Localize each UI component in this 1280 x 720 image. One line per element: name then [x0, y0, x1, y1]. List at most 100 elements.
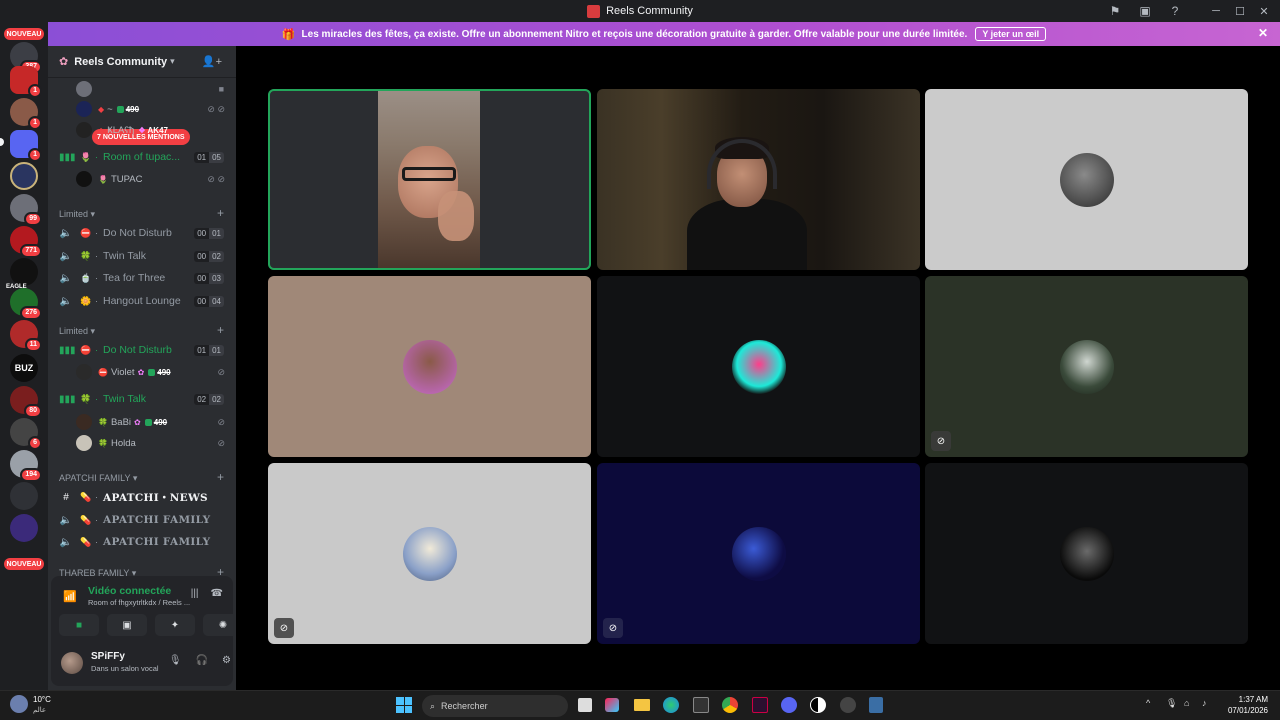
clock-date[interactable]: 07/01/2026 — [1222, 706, 1268, 715]
server-icon-9[interactable]: 276 — [10, 288, 42, 320]
add-channel-icon[interactable]: + — [217, 470, 224, 484]
close-window-button[interactable]: ✕ — [1252, 0, 1276, 22]
server-icon-4[interactable]: 1 — [10, 130, 42, 162]
voice-user[interactable]: ◆ ~ 490 ⊘ ⊘ — [76, 99, 236, 119]
clock-time[interactable]: 1:37 AM — [1224, 695, 1268, 704]
search-icon: ⌕ — [430, 700, 436, 711]
signal-icon[interactable]: 📶 — [63, 590, 77, 603]
camera-button[interactable]: ■ — [59, 614, 99, 636]
add-channel-icon[interactable]: + — [217, 206, 224, 220]
server-icon-3[interactable]: 1 — [10, 98, 42, 130]
voice-user[interactable]: ⛔ Violet ✿ 490 ⊘ — [76, 362, 236, 382]
server-icon-buz[interactable]: BUZ — [10, 354, 38, 382]
video-tile-7[interactable]: ⊘ — [268, 463, 591, 644]
server-icon-16[interactable] — [10, 514, 38, 542]
store-icon[interactable] — [693, 697, 709, 713]
voice-channel[interactable]: 🔈 🌼 · Hangout Lounge 00 04 — [48, 291, 236, 311]
calculator-icon[interactable] — [869, 697, 883, 713]
chrome-icon[interactable] — [722, 697, 738, 713]
flag-icon: ◆ — [98, 125, 105, 135]
help-icon[interactable]: ? — [1160, 0, 1190, 22]
server-icon-13[interactable]: 6 — [10, 418, 42, 450]
invite-people-icon[interactable]: 👤+ — [202, 55, 222, 68]
disconnect-icon[interactable]: ☎ — [211, 588, 223, 599]
server-icon-10[interactable]: 11 — [10, 320, 42, 352]
voice-user[interactable]: 🍀 BaBi ✿ 490 ⊘ — [76, 412, 236, 432]
voice-channel-active[interactable]: ▮▮▮ 🍀 · Twin Talk 02 02 — [48, 389, 236, 409]
voice-channel[interactable]: 🔈 💊 · APATCHI FAMILY — [48, 510, 236, 530]
settings-gear-icon[interactable]: ⚙ — [222, 655, 231, 666]
banner-close-icon[interactable]: ✕ — [1258, 26, 1268, 40]
soundboard-button[interactable]: ✺ — [203, 614, 236, 636]
task-view-icon[interactable] — [578, 698, 592, 712]
user-name: Holda — [110, 437, 136, 449]
category-limited[interactable]: Limited ▾ — [59, 209, 95, 220]
video-tile-5[interactable] — [597, 276, 920, 457]
voice-user[interactable]: 🍀 Holda ⊘ — [76, 433, 236, 453]
server-icon-12[interactable]: 80 — [10, 386, 42, 418]
taskbar-search[interactable]: ⌕ Rechercher — [422, 695, 568, 717]
voice-channel-active[interactable]: ▮▮▮ ⛔ · Do Not Disturb 01 01 — [48, 340, 236, 360]
discord-icon[interactable] — [781, 697, 797, 713]
file-explorer-icon[interactable] — [634, 699, 650, 711]
noise-suppression-icon[interactable]: ||| — [191, 588, 199, 599]
tray-chevron-up-icon[interactable]: ^ — [1146, 698, 1150, 708]
weather-icon[interactable] — [10, 695, 28, 713]
server-icon-2[interactable]: 1 — [10, 66, 42, 98]
video-tile-6[interactable]: ⊘ — [925, 276, 1248, 457]
count-limit: 04 — [209, 295, 224, 307]
minimize-button[interactable]: ─ — [1204, 0, 1228, 22]
tea-icon: 🍵 — [80, 272, 92, 283]
voice-channel[interactable]: 🔈 💊 · APATCHI FAMILY — [48, 532, 236, 552]
app-icon-2[interactable] — [810, 697, 826, 713]
voice-user[interactable]: ■ — [76, 79, 236, 99]
weather-temp[interactable]: 10°C — [33, 695, 51, 704]
tray-network-icon[interactable]: ⌂ — [1184, 698, 1189, 708]
screen-share-button[interactable]: ▣ — [107, 614, 147, 636]
microphone-icon[interactable]: 🎙 — [169, 655, 182, 666]
voice-channel[interactable]: 🔈 🍵 · Tea for Three 00 03 — [48, 268, 236, 288]
voice-room-name[interactable]: Room of fhgxytrltkdx / Reels ... — [88, 598, 218, 607]
headphones-icon[interactable]: 🎧 — [196, 655, 208, 666]
server-icon-6[interactable]: 99 — [10, 194, 42, 226]
voice-status[interactable]: Vidéo connectée — [88, 585, 171, 597]
video-tile-9[interactable] — [925, 463, 1248, 644]
edge-icon[interactable] — [663, 697, 679, 713]
tray-microphone-icon[interactable]: 🎙 — [1166, 698, 1177, 709]
windows-start-icon[interactable] — [396, 697, 412, 713]
copilot-icon[interactable] — [605, 698, 619, 712]
server-icon-7[interactable]: 771 — [10, 226, 42, 258]
add-channel-icon[interactable]: + — [217, 323, 224, 337]
voice-channel[interactable]: 🔈 🍀 · Twin Talk 00 02 — [48, 246, 236, 266]
server-icon-8[interactable] — [10, 258, 38, 286]
video-tile-4[interactable] — [268, 276, 591, 457]
video-tile-8[interactable]: ⊘ — [597, 463, 920, 644]
app-icon-3[interactable] — [840, 697, 856, 713]
text-channel-news[interactable]: # 💊 · APATCHI・NEWS — [48, 487, 236, 507]
video-tile-2[interactable] — [597, 89, 920, 270]
server-icon-14[interactable]: 194 — [10, 450, 42, 482]
weather-location[interactable]: عالم — [33, 706, 46, 714]
screen-share-icon[interactable]: ▣ — [1130, 0, 1160, 22]
chevron-down-icon: ▾ — [90, 209, 96, 219]
clover-icon: 🍀 — [98, 438, 108, 448]
server-icon-15[interactable] — [10, 482, 38, 510]
server-icon-5[interactable] — [10, 162, 38, 190]
category-limited[interactable]: Limited ▾ — [59, 326, 95, 337]
category-apatchi-family[interactable]: APATCHI FAMILY ▾ — [59, 473, 137, 484]
voice-user[interactable]: 🌷 TUPAC ⊘ ⊘ — [76, 169, 236, 189]
voice-user[interactable]: ◆ ҜĿAʕђ ❖ AK47 — [76, 120, 236, 140]
voice-channel[interactable]: 🔈 ⛔ · Do Not Disturb 00 01 — [48, 223, 236, 243]
server-header[interactable]: ✿ Reels Community ▾ 👤+ — [48, 46, 236, 78]
video-tile-3[interactable] — [925, 89, 1248, 270]
tray-volume-icon[interactable]: ♪ — [1202, 698, 1207, 708]
maximize-button[interactable]: ☐ — [1228, 0, 1252, 22]
video-tile-1[interactable] — [268, 89, 591, 270]
activities-button[interactable]: ✦ — [155, 614, 195, 636]
avatar — [76, 101, 92, 117]
app-icon[interactable] — [752, 697, 768, 713]
voice-channel-room-tupac[interactable]: ▮▮▮ 🌷 · Room of tupac... 01 05 — [48, 147, 236, 167]
inbox-flag-icon[interactable]: ⚑ — [1100, 0, 1130, 22]
user-avatar[interactable] — [61, 652, 83, 674]
banner-cta-button[interactable]: Y jeter un œil — [975, 27, 1047, 41]
